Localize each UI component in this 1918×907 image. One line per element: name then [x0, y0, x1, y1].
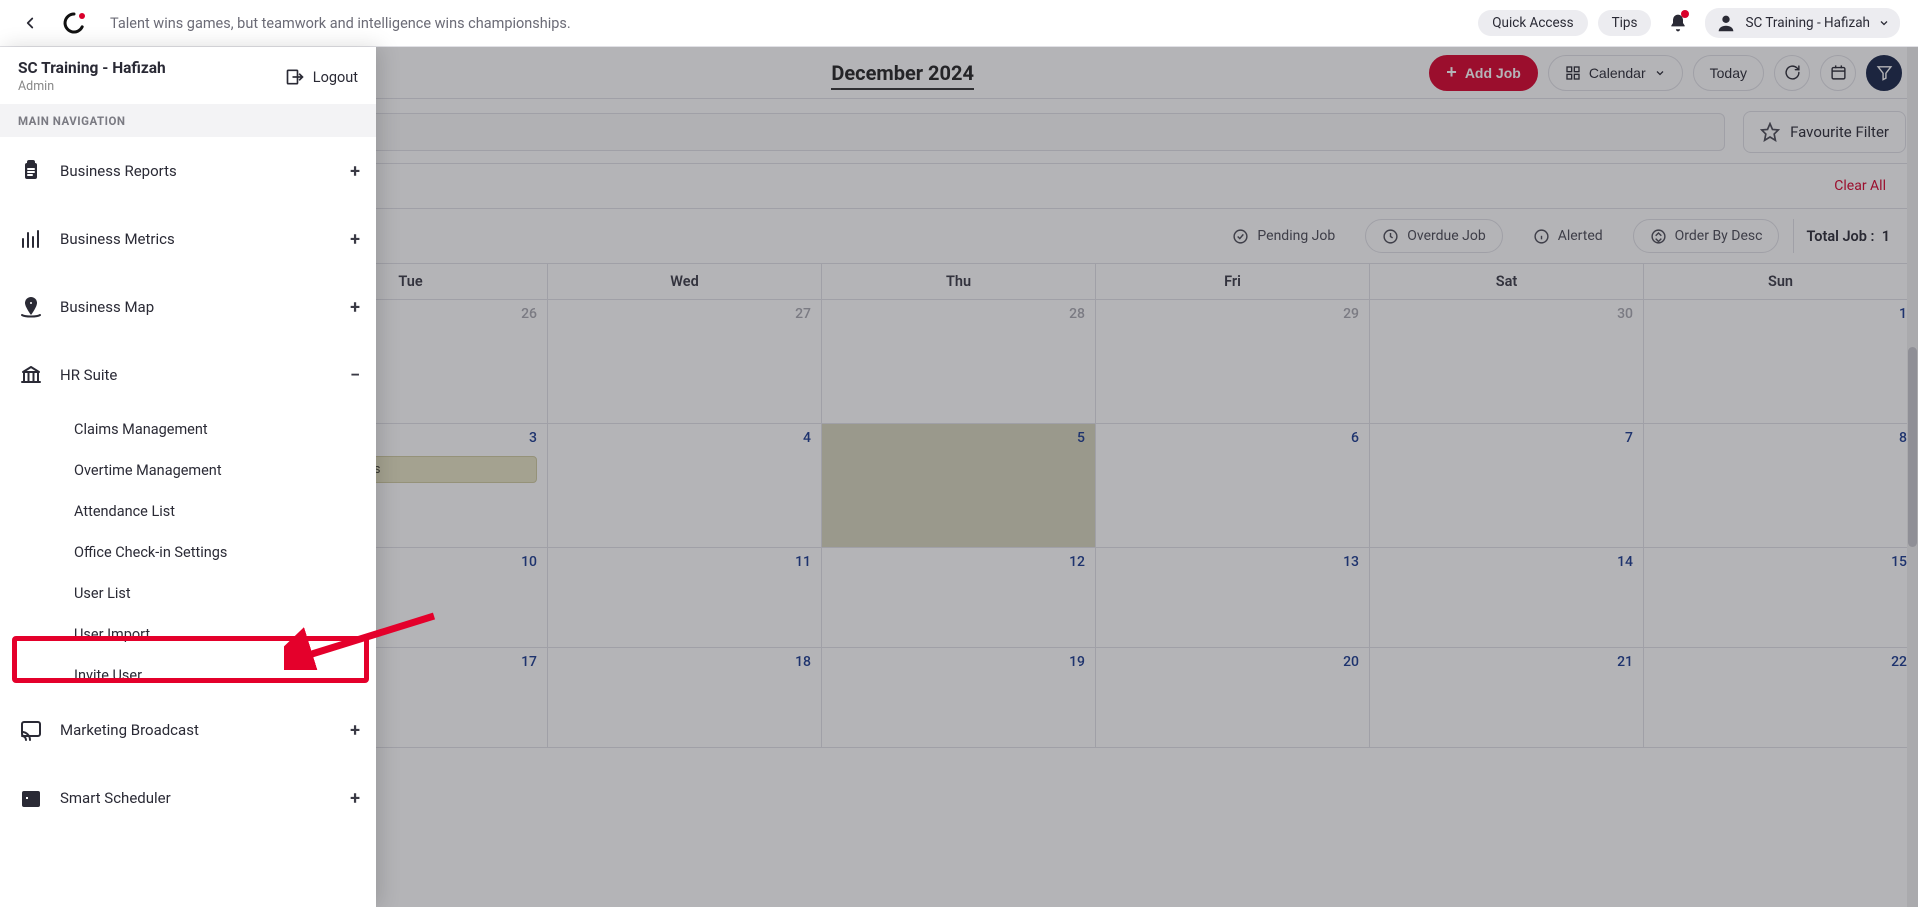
expand-icon[interactable]: +	[350, 161, 360, 182]
notifications-button[interactable]	[1661, 6, 1695, 40]
bank-icon	[18, 362, 44, 388]
sidebar-item-label: Business Map	[60, 298, 154, 316]
sidebar-item-marketing-broadcast[interactable]: Marketing Broadcast +	[0, 696, 376, 764]
sidebar-subitem-claims-management[interactable]: Claims Management	[0, 409, 376, 450]
sidebar-user-name: SC Training - Hafizah	[18, 59, 285, 77]
sidebar-item-label: Business Reports	[60, 162, 177, 180]
bars-icon	[18, 226, 44, 252]
clipboard-icon	[18, 158, 44, 184]
arrow-left-icon	[21, 14, 39, 32]
expand-icon[interactable]: +	[350, 788, 360, 809]
sidebar-item-label: Business Metrics	[60, 230, 175, 248]
collapse-icon[interactable]: −	[350, 365, 360, 386]
app-logo[interactable]	[62, 11, 86, 35]
avatar-icon	[1715, 12, 1737, 34]
expand-icon[interactable]: +	[350, 720, 360, 741]
sidebar-header: SC Training - Hafizah Admin Logout	[0, 47, 376, 104]
sidebar-subitem-office-check-in-settings[interactable]: Office Check-in Settings	[0, 532, 376, 573]
expand-icon[interactable]: +	[350, 297, 360, 318]
sidebar-item-label: Smart Scheduler	[60, 789, 171, 807]
user-name-label: SC Training - Hafizah	[1745, 15, 1870, 31]
sidebar-item-hr-suite[interactable]: HR Suite −	[0, 341, 376, 409]
sidebar-user-role: Admin	[18, 79, 285, 94]
logout-button[interactable]: Logout	[285, 59, 358, 87]
tips-button[interactable]: Tips	[1598, 10, 1652, 36]
expand-icon[interactable]: +	[350, 229, 360, 250]
sidebar-item-smart-scheduler[interactable]: Smart Scheduler +	[0, 764, 376, 832]
back-button[interactable]	[18, 11, 42, 35]
sidebar-subitem-invite-user[interactable]: Invite User	[0, 655, 376, 696]
topbar-right: Quick Access Tips SC Training - Hafizah	[1478, 6, 1900, 40]
sidebar-item-business-metrics[interactable]: Business Metrics +	[0, 205, 376, 273]
sidebar-subitem-attendance-list[interactable]: Attendance List	[0, 491, 376, 532]
cal-icon	[18, 785, 44, 811]
sidebar-subitem-overtime-management[interactable]: Overtime Management	[0, 450, 376, 491]
tagline-text: Talent wins games, but teamwork and inte…	[110, 15, 1478, 32]
cast-icon	[18, 717, 44, 743]
sidebar-subitem-user-import[interactable]: User Import	[0, 614, 376, 655]
user-menu[interactable]: SC Training - Hafizah	[1705, 8, 1900, 38]
topbar: Talent wins games, but teamwork and inte…	[0, 0, 1918, 47]
sidebar-section-main-nav: MAIN NAVIGATION	[0, 104, 376, 137]
logo-icon	[62, 11, 86, 35]
logout-icon	[285, 67, 305, 87]
sidebar-subitem-user-list[interactable]: User List	[0, 573, 376, 614]
chevron-down-icon	[1878, 17, 1890, 29]
mappin-icon	[18, 294, 44, 320]
sidebar-drawer: SC Training - Hafizah Admin Logout MAIN …	[0, 47, 376, 907]
sidebar-item-label: HR Suite	[60, 366, 117, 384]
sidebar-item-business-reports[interactable]: Business Reports +	[0, 137, 376, 205]
sidebar-list: Business Reports+Business Metrics+Busine…	[0, 137, 376, 907]
sidebar-item-business-map[interactable]: Business Map +	[0, 273, 376, 341]
sidebar-item-label: Marketing Broadcast	[60, 721, 199, 739]
quick-access-button[interactable]: Quick Access	[1478, 10, 1587, 36]
logout-label: Logout	[313, 69, 358, 86]
